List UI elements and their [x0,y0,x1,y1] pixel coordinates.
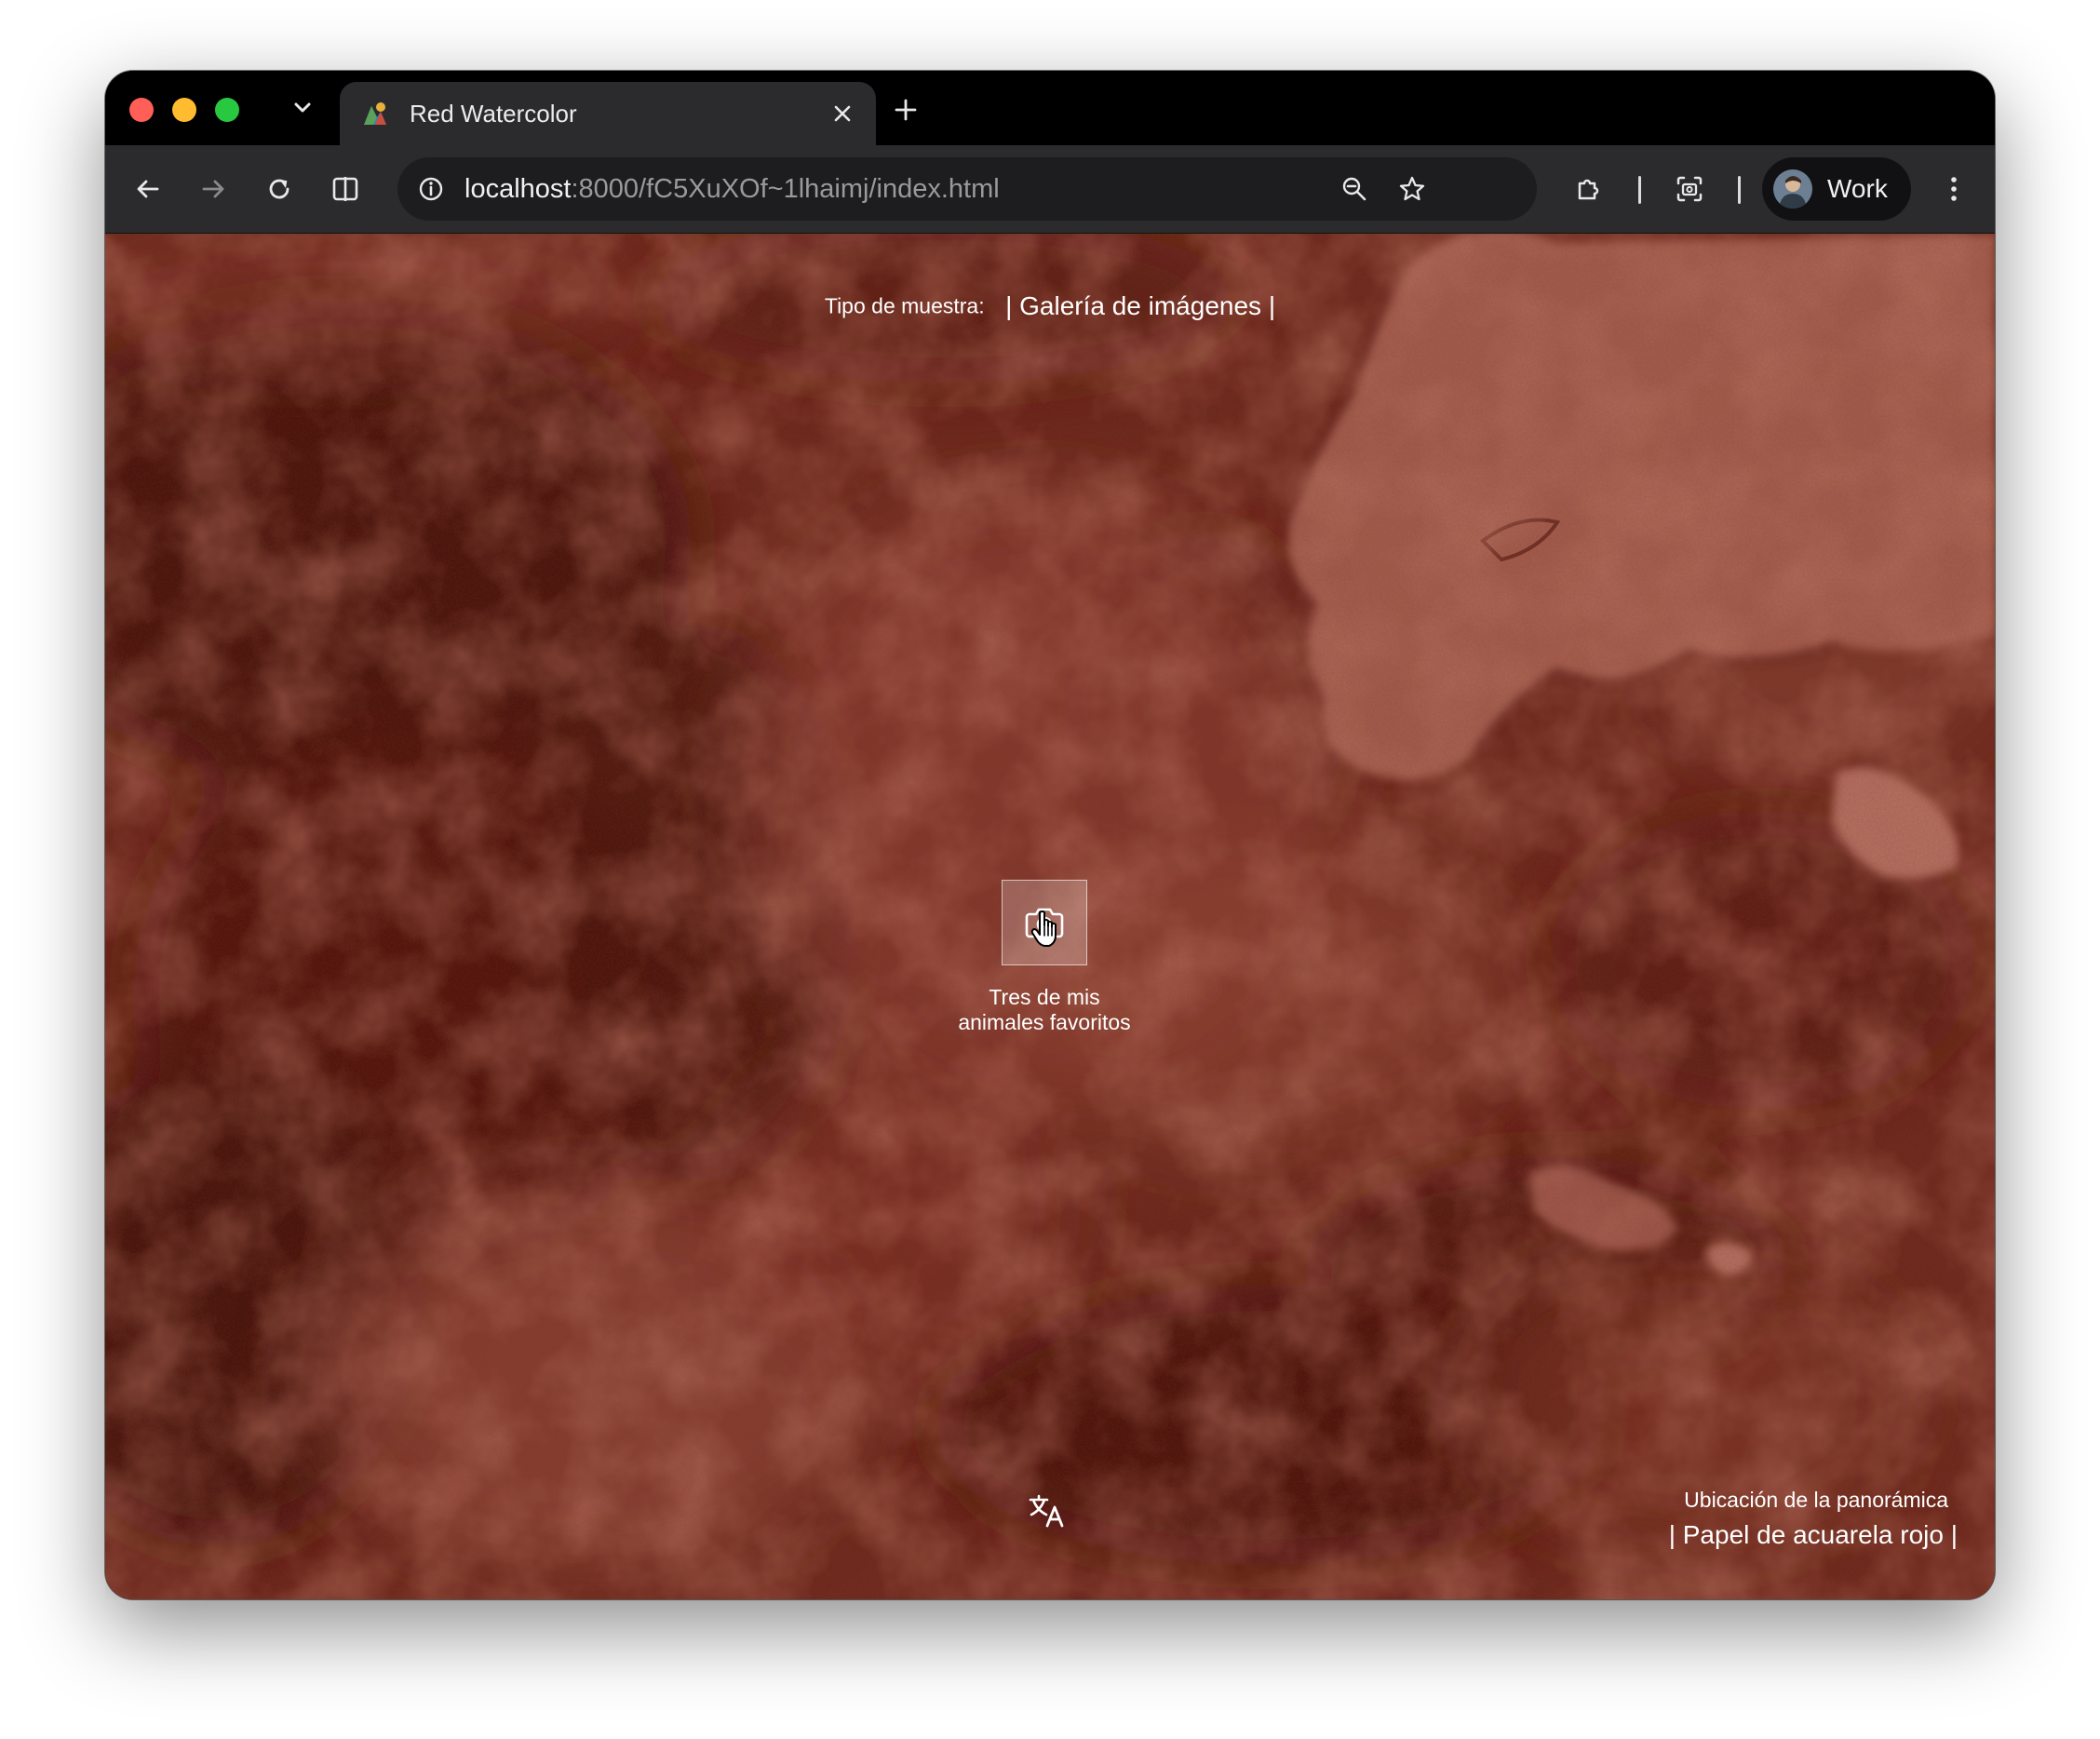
toolbar-separator [1738,176,1741,204]
tab-red-watercolor[interactable]: Red Watercolor [340,82,876,145]
pano-favicon-icon [364,102,386,125]
tab-title: Red Watercolor [410,100,577,128]
zoom-out-icon [1342,177,1366,201]
hotspot-caption-line1: Tres de mis [989,985,1100,1009]
hotspot-caption: Tres de mis animales favoritos [905,985,1184,1035]
panorama-location-link[interactable]: | Papel de acuarela rojo | [1669,1519,1958,1551]
avatar-icon [1773,169,1812,209]
info-icon [419,177,443,201]
panorama-viewer[interactable]: Tipo de muestra: | Galería de imágenes |… [105,234,1995,1599]
tab-search-button[interactable] [284,89,321,127]
arrow-right-icon [202,180,224,198]
url-path: :8000/fC5XuXOf~1lhaimj/index.html [571,174,1000,204]
split-view-button[interactable] [323,167,368,211]
back-button[interactable] [126,167,170,211]
kebab-menu-icon [1951,177,1957,201]
tab-strip: Red Watercolor [105,71,1995,145]
plus-icon [895,99,917,121]
address-bar[interactable]: localhost:8000/fC5XuXOf~1lhaimj/index.ht… [397,157,1537,221]
url-host: localhost [464,174,572,204]
extensions-button[interactable] [1567,167,1611,211]
zoom-button[interactable] [1332,167,1377,211]
chevron-down-icon [294,102,311,113]
forward-button[interactable] [191,167,236,211]
browser-menu-button[interactable] [1932,167,1976,211]
close-icon [834,105,851,122]
language-button[interactable] [1025,1489,1070,1533]
split-view-icon [332,177,358,201]
screenshot-button[interactable] [1667,167,1712,211]
camera-icon [1025,908,1064,938]
puzzle-icon [1578,179,1599,200]
profile-name: Work [1827,174,1888,203]
site-info-button[interactable] [409,167,453,211]
star-icon [1399,176,1425,201]
new-tab-button[interactable] [885,89,926,130]
panorama-location: Ubicación de la panorámica | Papel de ac… [1669,1486,1958,1551]
toolbar-separator [1638,176,1641,204]
close-window-button[interactable] [129,98,154,122]
sample-type-link[interactable]: | Galería de imágenes | [1005,291,1275,320]
tab-close-button[interactable] [824,95,861,132]
avatar [1773,169,1812,209]
photo-hotspot[interactable] [1002,880,1087,965]
hotspot-caption-line2: animales favoritos [958,1010,1131,1034]
reload-button[interactable] [257,167,302,211]
browser-window: Red Watercolor localhost:8000/fC5XuXOf~1… [105,71,1995,1599]
reload-icon [269,179,289,199]
screen-capture-icon [1676,176,1703,202]
url-text[interactable]: localhost:8000/fC5XuXOf~1lhaimj/index.ht… [464,173,1000,205]
minimize-window-button[interactable] [172,98,196,122]
arrow-left-icon [137,180,159,198]
bookmark-button[interactable] [1390,167,1434,211]
sample-type: Tipo de muestra: | Galería de imágenes | [105,291,1995,321]
profile-button[interactable]: Work [1762,157,1911,221]
browser-toolbar: localhost:8000/fC5XuXOf~1lhaimj/index.ht… [105,145,1995,234]
translate-icon [1029,1494,1064,1528]
sample-type-label: Tipo de muestra: [824,293,985,318]
panorama-location-label: Ubicación de la panorámica [1684,1488,1948,1512]
maximize-window-button[interactable] [215,98,239,122]
